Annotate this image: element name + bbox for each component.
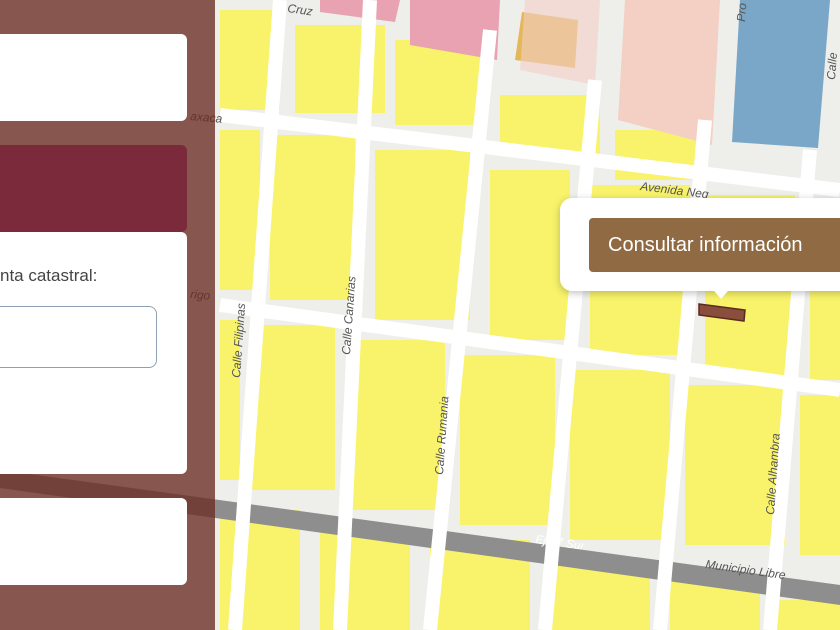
- sidebar-card-1[interactable]: [0, 34, 187, 121]
- cuenta-catastral-label: nta catastral:: [0, 266, 98, 285]
- popup-tail: [709, 285, 733, 299]
- label-pro: Pro: [734, 2, 749, 22]
- label-calle-right: Calle: [824, 52, 840, 81]
- sidebar-card-active[interactable]: [0, 145, 187, 232]
- cuenta-catastral-input[interactable]: [0, 306, 157, 368]
- sidebar-card-4[interactable]: [0, 498, 187, 585]
- consultar-informacion-button[interactable]: Consultar información: [589, 218, 840, 272]
